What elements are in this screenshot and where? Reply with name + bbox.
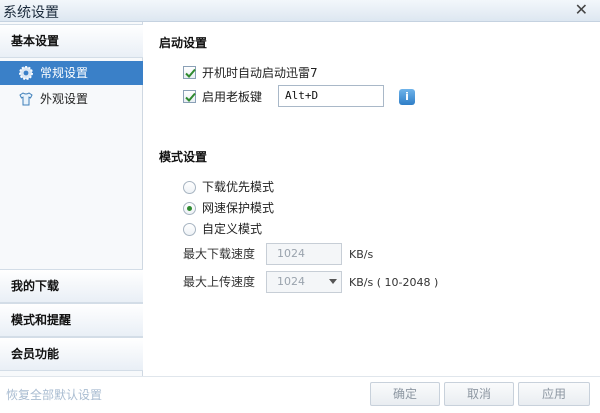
sidebar-item-label: 模式和提醒 (11, 313, 72, 327)
max-download-input[interactable]: 1024 (266, 243, 342, 265)
bosskey-label: 启用老板键 (202, 90, 263, 104)
ok-button[interactable]: 确定 (370, 382, 440, 406)
restore-defaults-link[interactable]: 恢复全部默认设置 (6, 386, 102, 403)
sidebar-item-member-features[interactable]: 会员功能 (0, 337, 143, 371)
radio-label: 网速保护模式 (202, 201, 275, 215)
sidebar-item-my-downloads[interactable]: 我的下载 (0, 269, 143, 303)
sidebar-item-label: 我的下载 (11, 279, 60, 293)
sidebar-item-appearance-settings[interactable]: 外观设置 (0, 87, 143, 111)
max-upload-unit: KB/s ( 10-2048 ) (349, 276, 439, 289)
info-icon[interactable]: i (399, 89, 415, 105)
chevron-down-icon (329, 279, 337, 284)
gear-icon (18, 65, 34, 81)
cancel-button[interactable]: 取消 (444, 382, 514, 406)
sidebar: 基本设置 常规设置 外观设置 我的下载 模式和提醒 会员功能 (0, 22, 143, 376)
mode-section-title: 模式设置 (159, 150, 208, 164)
footer: 恢复全部默认设置 确定 取消 应用 (0, 376, 600, 413)
max-download-unit: KB/s (349, 248, 374, 261)
sidebar-item-basic-settings[interactable]: 基本设置 (0, 24, 143, 58)
shirt-icon (18, 91, 34, 107)
sidebar-item-label: 基本设置 (11, 34, 60, 48)
max-download-label: 最大下载速度 (183, 247, 256, 261)
sidebar-item-label: 会员功能 (11, 347, 60, 361)
autostart-checkbox[interactable] (183, 66, 196, 79)
max-upload-value: 1024 (277, 275, 305, 288)
sidebar-item-label: 外观设置 (40, 92, 89, 106)
radio-label: 下载优先模式 (202, 180, 275, 194)
close-icon[interactable]: ✕ (575, 0, 588, 20)
radio-network-protection[interactable] (183, 202, 196, 215)
apply-button[interactable]: 应用 (518, 382, 590, 406)
radio-label: 自定义模式 (202, 222, 263, 236)
checkmark-icon (185, 92, 196, 102)
radio-custom[interactable] (183, 223, 196, 236)
max-upload-dropdown[interactable]: 1024 (266, 271, 342, 293)
checkmark-icon (185, 68, 196, 78)
sidebar-item-general-settings[interactable]: 常规设置 (0, 61, 143, 85)
radio-download-priority[interactable] (183, 181, 196, 194)
autostart-label: 开机时自动启动迅雷7 (202, 66, 318, 80)
bosskey-checkbox[interactable] (183, 90, 196, 103)
max-upload-label: 最大上传速度 (183, 275, 256, 289)
window-title: 系统设置 (3, 5, 59, 21)
bosskey-input[interactable]: Alt+D (278, 85, 384, 107)
sidebar-item-mode-and-reminders[interactable]: 模式和提醒 (0, 303, 143, 337)
title-bar: 系统设置 ✕ (0, 0, 600, 22)
startup-section-title: 启动设置 (159, 36, 208, 50)
sidebar-item-label: 常规设置 (40, 66, 89, 80)
